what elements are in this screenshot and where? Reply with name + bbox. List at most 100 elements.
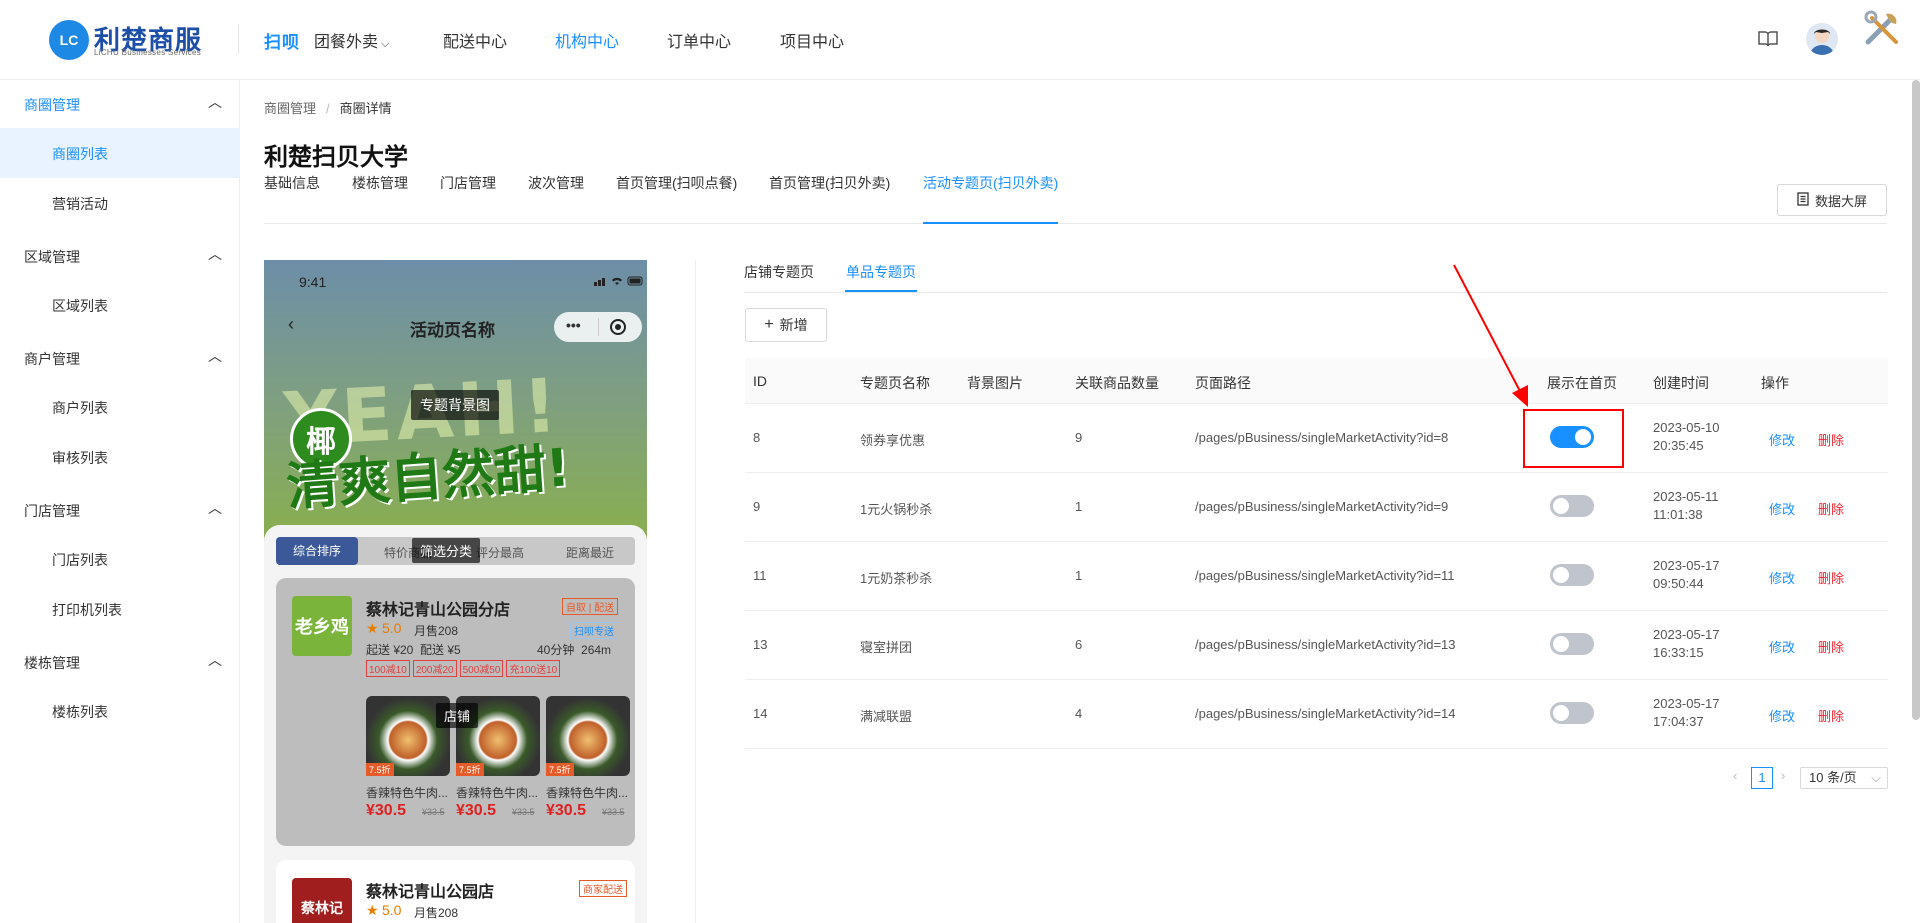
next-page-icon[interactable]: › (1781, 768, 1785, 783)
filter-label: 筛选分类 (412, 538, 481, 563)
cell-name: 满减联盟 (860, 709, 913, 724)
nav-projects[interactable]: 项目中心 (780, 28, 844, 52)
subtab-item-pages[interactable]: 单品专题页 (846, 262, 916, 282)
item-label: 区域列表 (52, 298, 108, 314)
tab-basic-info[interactable]: 基础信息 (264, 173, 320, 193)
chevron-up-icon: ︿ (208, 246, 222, 262)
sidebar-group-building[interactable]: 楼栋管理 ︿ (0, 638, 240, 686)
breadcrumb-separator: / (326, 101, 330, 116)
tab-home-dine[interactable]: 首页管理(扫呗点餐) (616, 173, 737, 193)
status-icons (594, 274, 644, 290)
sidebar-group-merchant[interactable]: 商户管理 ︿ (0, 334, 240, 382)
nav-institution[interactable]: 机构中心 (555, 28, 619, 52)
sidebar-item-merchant-list[interactable]: 商户列表 (0, 382, 240, 432)
delete-link[interactable]: 删除 (1818, 568, 1844, 587)
close-mini-icon[interactable] (610, 319, 626, 335)
tab-waves[interactable]: 波次管理 (528, 173, 584, 193)
prev-page-icon[interactable]: ‹ (1733, 768, 1737, 783)
cell-count: 6 (1075, 637, 1083, 652)
product-name: 香辣特色牛肉... (366, 786, 449, 800)
sort-tab-distance[interactable]: 距离最近 (566, 544, 614, 561)
sidebar-item-store-list[interactable]: 门店列表 (0, 534, 240, 584)
promo-tag: 200减20 (412, 660, 457, 677)
nav-orders[interactable]: 订单中心 (667, 28, 731, 52)
col-id: ID (753, 373, 767, 389)
back-icon[interactable]: ‹ (288, 314, 294, 335)
table-row: 14 满减联盟 4/pages/pBusiness/singleMarketActi… (745, 680, 1888, 749)
show-home-toggle[interactable] (1550, 633, 1594, 655)
page-size-select[interactable]: 10 条/页 ⌵ (1800, 767, 1888, 789)
group-label: 区域管理 (24, 249, 80, 265)
page-scrollbar[interactable] (1912, 80, 1920, 720)
tab-buildings[interactable]: 楼栋管理 (352, 173, 408, 193)
brand-label[interactable]: 扫呗 (264, 28, 300, 53)
item-label: 商圈列表 (52, 146, 108, 162)
cell-id: 9 (753, 499, 761, 514)
sort-tab-default[interactable]: 综合排序 (276, 537, 358, 565)
edit-link[interactable]: 修改 (1769, 637, 1795, 656)
cell-name: 领券享优惠 (860, 433, 926, 448)
sidebar-group-store[interactable]: 门店管理 ︿ (0, 486, 240, 534)
sidebar-item-printer-list[interactable]: 打印机列表 (0, 584, 240, 634)
delete-link[interactable]: 删除 (1818, 706, 1844, 725)
delete-link[interactable]: 删除 (1818, 430, 1844, 449)
cell-name: 1元奶茶秒杀 (860, 571, 933, 586)
created-date: 2023-05-17 (1653, 558, 1720, 573)
table-row: 13 寝室拼团 6/pages/pBusiness/singleMarketActi… (745, 611, 1888, 680)
edit-link[interactable]: 修改 (1769, 430, 1795, 449)
show-home-toggle[interactable] (1550, 495, 1594, 517)
chevron-up-icon: ︿ (208, 94, 222, 110)
add-button[interactable]: + 新增 (745, 308, 827, 342)
cell-count: 4 (1075, 706, 1083, 721)
more-icon[interactable]: ••• (566, 317, 581, 333)
sidebar-item-district-list[interactable]: 商圈列表 (0, 128, 240, 178)
sidebar-item-audit-list[interactable]: 审核列表 (0, 432, 240, 482)
avatar[interactable] (1806, 23, 1838, 55)
data-screen-button[interactable]: 数据大屏 (1777, 184, 1887, 216)
sidebar-item-building-list[interactable]: 楼栋列表 (0, 686, 240, 736)
store-name: 蔡林记青山公园店 (366, 884, 495, 901)
tab-stores[interactable]: 门店管理 (440, 173, 496, 193)
mini-capsule[interactable]: ••• (554, 312, 642, 342)
show-home-toggle[interactable] (1550, 564, 1594, 586)
cell-created: 2023-05-11 11:01:38 (1653, 488, 1719, 524)
sidebar-group-district[interactable]: 商圈管理 ︿ (0, 80, 240, 128)
promo-tag: 充100送10 (506, 660, 561, 677)
subtab-store-pages[interactable]: 店铺专题页 (744, 262, 814, 282)
breadcrumb-link[interactable]: 商圈管理 (264, 101, 316, 116)
table-header: ID 专题页名称 背景图片 关联商品数量 页面路径 展示在首页 创建时间 操作 (745, 358, 1888, 404)
col-created: 创建时间 (1653, 375, 1709, 391)
table-row: 11 1元奶茶秒杀 1/pages/pBusiness/singleMarketAc… (745, 542, 1888, 611)
add-button-label: 新增 (779, 317, 808, 333)
col-bg-image: 背景图片 (967, 375, 1023, 391)
show-home-toggle[interactable] (1550, 702, 1594, 724)
delete-link[interactable]: 删除 (1818, 637, 1844, 656)
sort-tab-rating[interactable]: 评分最高 (476, 544, 524, 561)
plus-icon: + (764, 316, 774, 333)
sidebar-item-region-list[interactable]: 区域列表 (0, 280, 240, 330)
edit-link[interactable]: 修改 (1769, 706, 1795, 725)
tab-home-takeout[interactable]: 首页管理(扫贝外卖) (769, 173, 890, 193)
cell-id: 11 (753, 568, 767, 583)
edit-link[interactable]: 修改 (1769, 499, 1795, 518)
product-name: 香辣特色牛肉... (546, 786, 629, 800)
sidebar-group-region[interactable]: 区域管理 ︿ (0, 232, 240, 280)
page-number[interactable]: 1 (1751, 767, 1773, 789)
discount-tag: 7.5折 (456, 763, 484, 776)
delete-link[interactable]: 删除 (1818, 499, 1844, 518)
tools-icon[interactable] (1862, 8, 1904, 53)
chevron-down-icon: ⌵ (381, 38, 390, 50)
cell-path: /pages/pBusiness/singleMarketActivity?id… (1195, 568, 1455, 583)
created-date: 2023-05-17 (1653, 627, 1720, 642)
created-time: 09:50:44 (1653, 576, 1704, 591)
close-mini-dot (615, 324, 621, 330)
tab-activity-pages[interactable]: 活动专题页(扫贝外卖) (923, 173, 1058, 193)
edit-link[interactable]: 修改 (1769, 568, 1795, 587)
nav-group-meal[interactable]: 团餐外卖 ⌵ (314, 28, 389, 52)
sidebar-item-marketing[interactable]: 营销活动 (0, 178, 240, 228)
cell-path: /pages/pBusiness/singleMarketActivity?id… (1195, 706, 1456, 721)
nav-delivery[interactable]: 配送中心 (443, 28, 507, 52)
store-rating: 5.0 (382, 620, 402, 636)
item-label: 打印机列表 (52, 602, 122, 618)
book-icon[interactable] (1758, 30, 1778, 51)
